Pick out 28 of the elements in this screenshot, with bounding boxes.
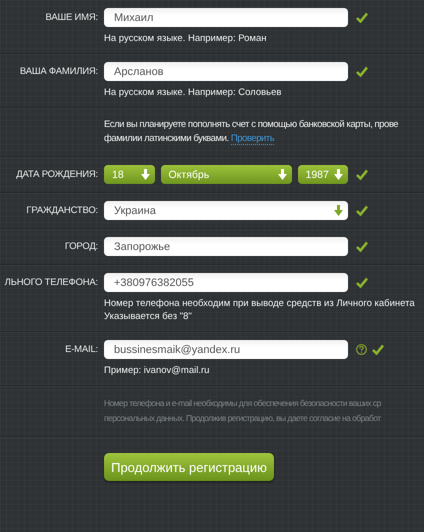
- hint-text: На русском языке. Например: Роман: [104, 32, 268, 45]
- field-label: E-MAIL:: [64, 344, 98, 355]
- field-label: ГРАЖДАНСТВО:: [25, 205, 98, 216]
- check-link[interactable]: Проверить: [230, 133, 274, 145]
- note-text: фамилии латинскими буквами. Проверить: [104, 132, 276, 146]
- field-label: ЛЬНОГО ТЕЛЕФОНА:: [4, 277, 98, 288]
- help-icon[interactable]: [356, 344, 367, 355]
- hint-text: Номер телефона необходим при выводе средств из Личного кабинета: [104, 297, 416, 310]
- note-text: персональных данных. Продолжив регистрацию, вы даете согласие на обработ: [104, 412, 382, 425]
- input-field[interactable]: Михаил: [104, 8, 348, 27]
- input-field[interactable]: Арсланов: [104, 62, 348, 81]
- down-arrow-icon: [334, 205, 343, 216]
- down-arrow-icon: [334, 169, 343, 180]
- down-arrow-icon: [278, 169, 286, 180]
- field-label: ВАША ФАМИЛИЯ:: [18, 66, 98, 77]
- down-arrow-icon: [140, 169, 150, 180]
- note-text: Если вы планируете пополнять счет с помощью банковской карты, прове: [104, 118, 400, 132]
- input-field[interactable]: bussinesmaik@yandex.ru: [104, 340, 348, 359]
- input-field[interactable]: +380976382055: [104, 273, 348, 292]
- hint-text: Пример: ivanov@mail.ru: [104, 364, 210, 377]
- field-label: ВАШЕ ИМЯ:: [44, 12, 98, 23]
- hint-text: На русском языке. Например: Соловьев: [104, 86, 282, 99]
- dropdown[interactable]: Украина: [104, 201, 348, 220]
- hint-text: Указывается без "8": [104, 310, 193, 323]
- input-field[interactable]: Запорожье: [104, 237, 348, 256]
- field-label: ДАТА РОЖДЕНИЯ:: [15, 169, 98, 180]
- field-label: ГОРОД:: [64, 241, 98, 252]
- note-text: Номер телефона и e-mail необходимы для обеспечения безопасности ваших ср: [104, 397, 382, 410]
